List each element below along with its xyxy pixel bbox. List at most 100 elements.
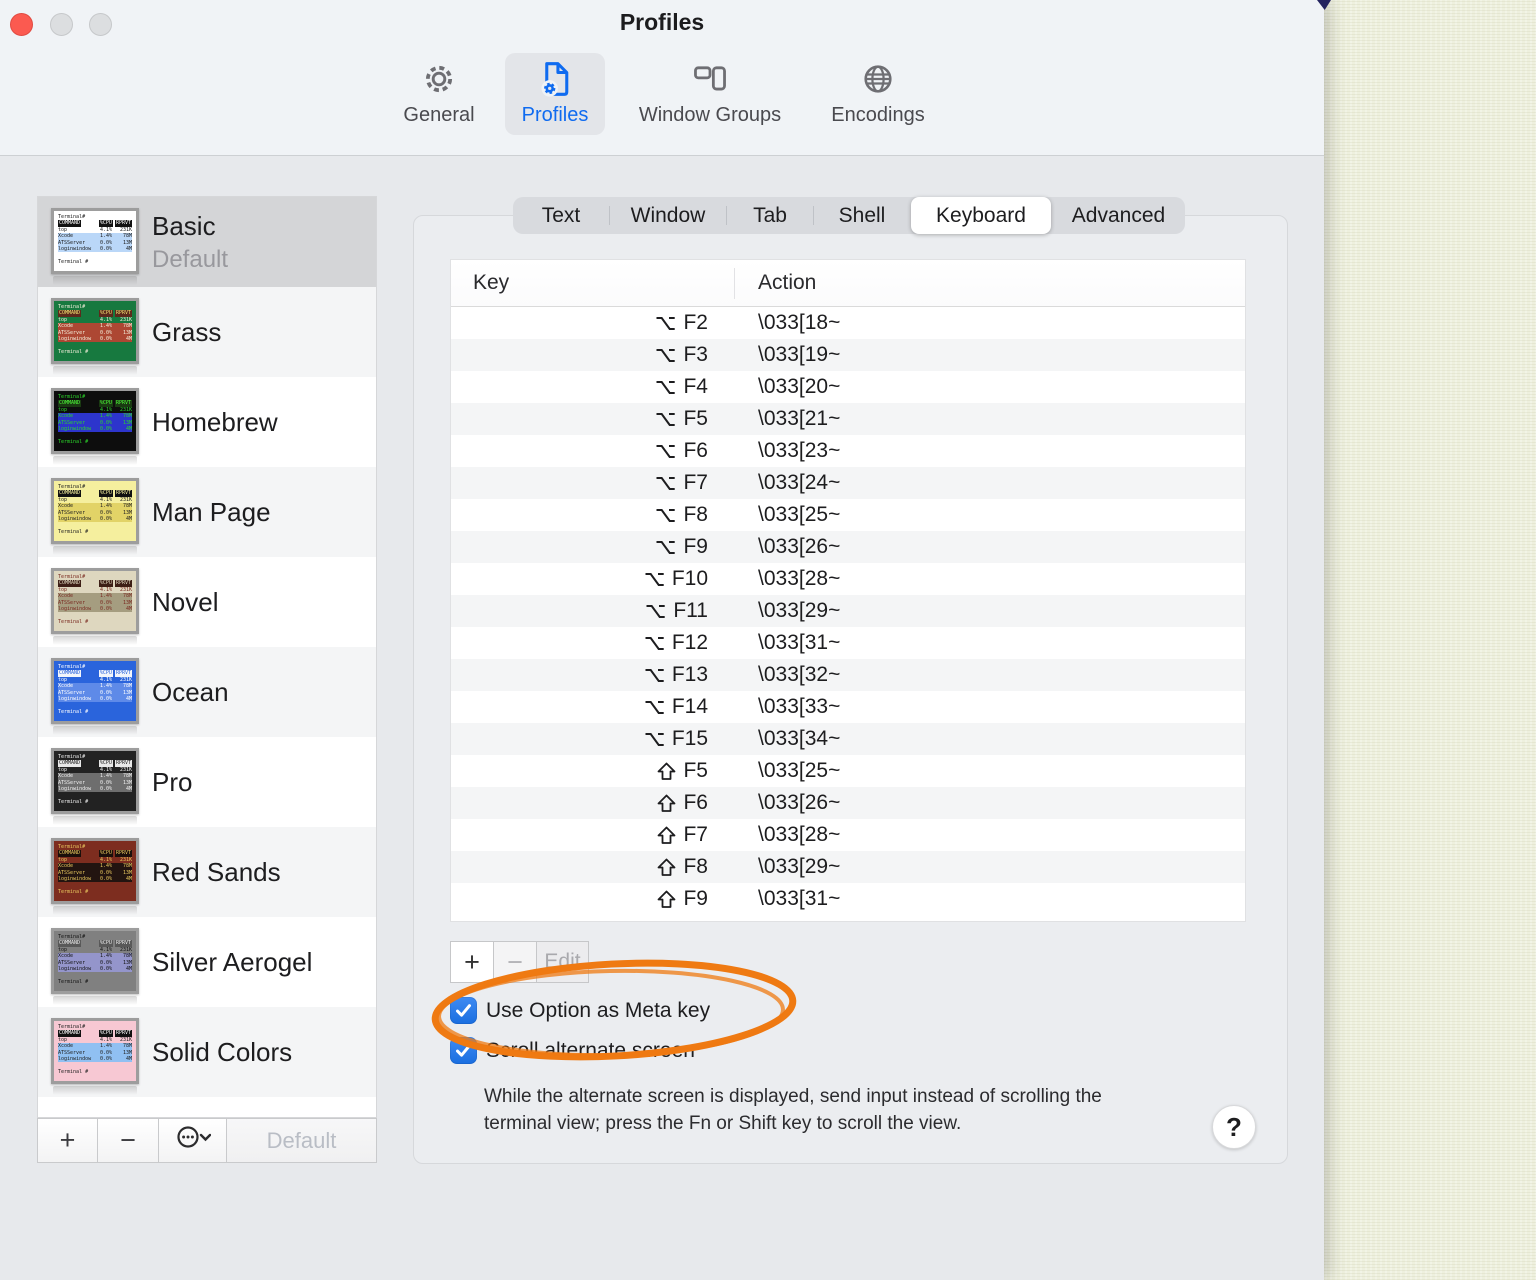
column-divider[interactable] [734,268,735,299]
scroll-alternate-screen-checkbox[interactable] [450,1037,477,1064]
add-key-button[interactable]: + [450,941,494,983]
profile-name: Silver Aerogel [152,946,313,977]
profile-thumbnail: Terminal# COMMAND %CPU RPRVT top 4.1% 231K… [51,208,139,274]
profile-thumbnail: Terminal# COMMAND %CPU RPRVT top 4.1% 231K… [51,568,139,634]
add-profile-button[interactable]: + [37,1118,98,1163]
key-mapping-row[interactable]: F7 \033[28~ [451,819,1245,851]
tab-text[interactable]: Text [513,197,609,234]
profile-item-grass[interactable]: Terminal# COMMAND %CPU RPRVT top 4.1% 231K… [38,287,376,377]
key-mapping-row[interactable]: F14 \033[33~ [451,691,1245,723]
key-mapping-row[interactable]: F5 \033[21~ [451,403,1245,435]
key-mapping-row[interactable]: F7 \033[24~ [451,467,1245,499]
key-mapping-row[interactable]: F8 \033[25~ [451,499,1245,531]
key-mapping-row[interactable]: F2 \033[18~ [451,307,1245,339]
profile-item-basic[interactable]: Terminal# COMMAND %CPU RPRVT top 4.1% 231K… [38,197,376,287]
help-button[interactable]: ? [1212,1105,1256,1149]
profile-name: Red Sands [152,856,281,887]
profile-name: Ocean [152,676,229,707]
profile-thumbnail: Terminal# COMMAND %CPU RPRVT top 4.1% 231K… [51,1018,139,1084]
key-mapping-row[interactable]: F6 \033[26~ [451,787,1245,819]
toolbar-item-encodings[interactable]: Encodings [815,53,941,135]
remove-key-button[interactable]: − [493,941,537,983]
default-button[interactable]: Default [226,1118,377,1163]
desktop-background: Profiles General Profiles Window Groups … [0,0,1536,1280]
tab-shell[interactable]: Shell [814,197,910,234]
profile-item-solid-colors[interactable]: Terminal# COMMAND %CPU RPRVT top 4.1% 231K… [38,1007,376,1097]
use-option-as-meta-checkbox[interactable] [450,997,477,1024]
action-cell: \033[29~ [758,855,841,878]
action-cell: \033[26~ [758,791,841,814]
profile-name: Pro [152,766,193,797]
remove-profile-button[interactable]: − [97,1118,159,1163]
option-key-icon [656,316,676,330]
table-header: Key Action [451,260,1245,307]
preferences-content: Terminal# COMMAND %CPU RPRVT top 4.1% 231K… [0,157,1324,1280]
key-mapping-row[interactable]: F8 \033[29~ [451,851,1245,883]
globe-icon [856,59,900,99]
option-key-icon [656,444,676,458]
key-mapping-row[interactable]: F15 \033[34~ [451,723,1245,755]
key-cell: F5 [451,759,734,783]
checkmark-icon [456,1004,471,1017]
tab-advanced[interactable]: Advanced [1052,197,1185,234]
profile-list: Terminal# COMMAND %CPU RPRVT top 4.1% 231K… [37,196,377,1118]
toolbar-item-label: Encodings [831,104,925,126]
toolbar-item-window-groups[interactable]: Window Groups [615,53,805,135]
circle-ellipsis-icon [175,1124,211,1157]
profile-item-man-page[interactable]: Terminal# COMMAND %CPU RPRVT top 4.1% 231K… [38,467,376,557]
key-mapping-row[interactable]: F13 \033[32~ [451,659,1245,691]
key-mapping-row[interactable]: F5 \033[25~ [451,755,1245,787]
action-cell: \033[18~ [758,311,841,334]
toolbar-item-general[interactable]: General [383,53,495,135]
profile-item-red-sands[interactable]: Terminal# COMMAND %CPU RPRVT top 4.1% 231K… [38,827,376,917]
action-cell: \033[31~ [758,887,841,910]
thumbnail-reflection [53,366,137,375]
key-mapping-row[interactable]: F4 \033[20~ [451,371,1245,403]
profile-thumbnail: Terminal# COMMAND %CPU RPRVT top 4.1% 231K… [51,298,139,364]
profile-name: Homebrew [152,406,278,437]
action-cell: \033[26~ [758,535,841,558]
action-cell: \033[33~ [758,695,841,718]
option-key-icon [656,348,676,362]
thumbnail-reflection [53,1086,137,1095]
profile-item-novel[interactable]: Terminal# COMMAND %CPU RPRVT top 4.1% 231K… [38,557,376,647]
tab-window[interactable]: Window [610,197,726,234]
tab-tab[interactable]: Tab [727,197,813,234]
profile-item-ocean[interactable]: Terminal# COMMAND %CPU RPRVT top 4.1% 231K… [38,647,376,737]
action-cell: \033[25~ [758,759,841,782]
edit-key-button[interactable]: Edit [536,941,589,983]
table-body: F2 \033[18~ F3 \033[19~ F4 \033[20~ F5 \… [451,307,1245,915]
thumbnail-reflection [53,456,137,465]
use-option-as-meta-label: Use Option as Meta key [486,998,711,1022]
key-cell: F5 [451,407,734,431]
profile-name: Basic Default [152,210,229,273]
key-mapping-row[interactable]: F12 \033[31~ [451,627,1245,659]
profile-name: Solid Colors [152,1036,293,1067]
action-cell: \033[34~ [758,727,841,750]
profile-name: Novel [152,586,219,617]
profile-thumbnail: Terminal# COMMAND %CPU RPRVT top 4.1% 231K… [51,748,139,814]
profile-item-silver-aerogel[interactable]: Terminal# COMMAND %CPU RPRVT top 4.1% 231K… [38,917,376,1007]
option-key-icon [645,636,664,650]
key-cell: F3 [451,343,734,367]
key-mapping-row[interactable]: F10 \033[28~ [451,563,1245,595]
action-cell: \033[29~ [758,599,841,622]
thumbnail-reflection [53,906,137,915]
key-cell: F15 [451,727,734,751]
toolbar-item-profiles[interactable]: Profiles [505,53,605,135]
key-mapping-row[interactable]: F9 \033[26~ [451,531,1245,563]
key-cell: F9 [451,887,734,911]
profile-item-homebrew[interactable]: Terminal# COMMAND %CPU RPRVT top 4.1% 231K… [38,377,376,467]
profile-item-pro[interactable]: Terminal# COMMAND %CPU RPRVT top 4.1% 231K… [38,737,376,827]
profile-thumbnail: Terminal# COMMAND %CPU RPRVT top 4.1% 231K… [51,838,139,904]
thumbnail-reflection [53,276,137,285]
key-mapping-row[interactable]: F6 \033[23~ [451,435,1245,467]
toolbar-item-label: General [403,104,475,126]
key-mapping-row[interactable]: F9 \033[31~ [451,883,1245,915]
tab-keyboard[interactable]: Keyboard [911,197,1051,234]
more-options-button[interactable] [158,1118,227,1163]
key-mapping-row[interactable]: F3 \033[19~ [451,339,1245,371]
alternate-screen-help-text: While the alternate screen is displayed,… [484,1086,1102,1134]
action-cell: \033[21~ [758,407,841,430]
key-mapping-row[interactable]: F11 \033[29~ [451,595,1245,627]
